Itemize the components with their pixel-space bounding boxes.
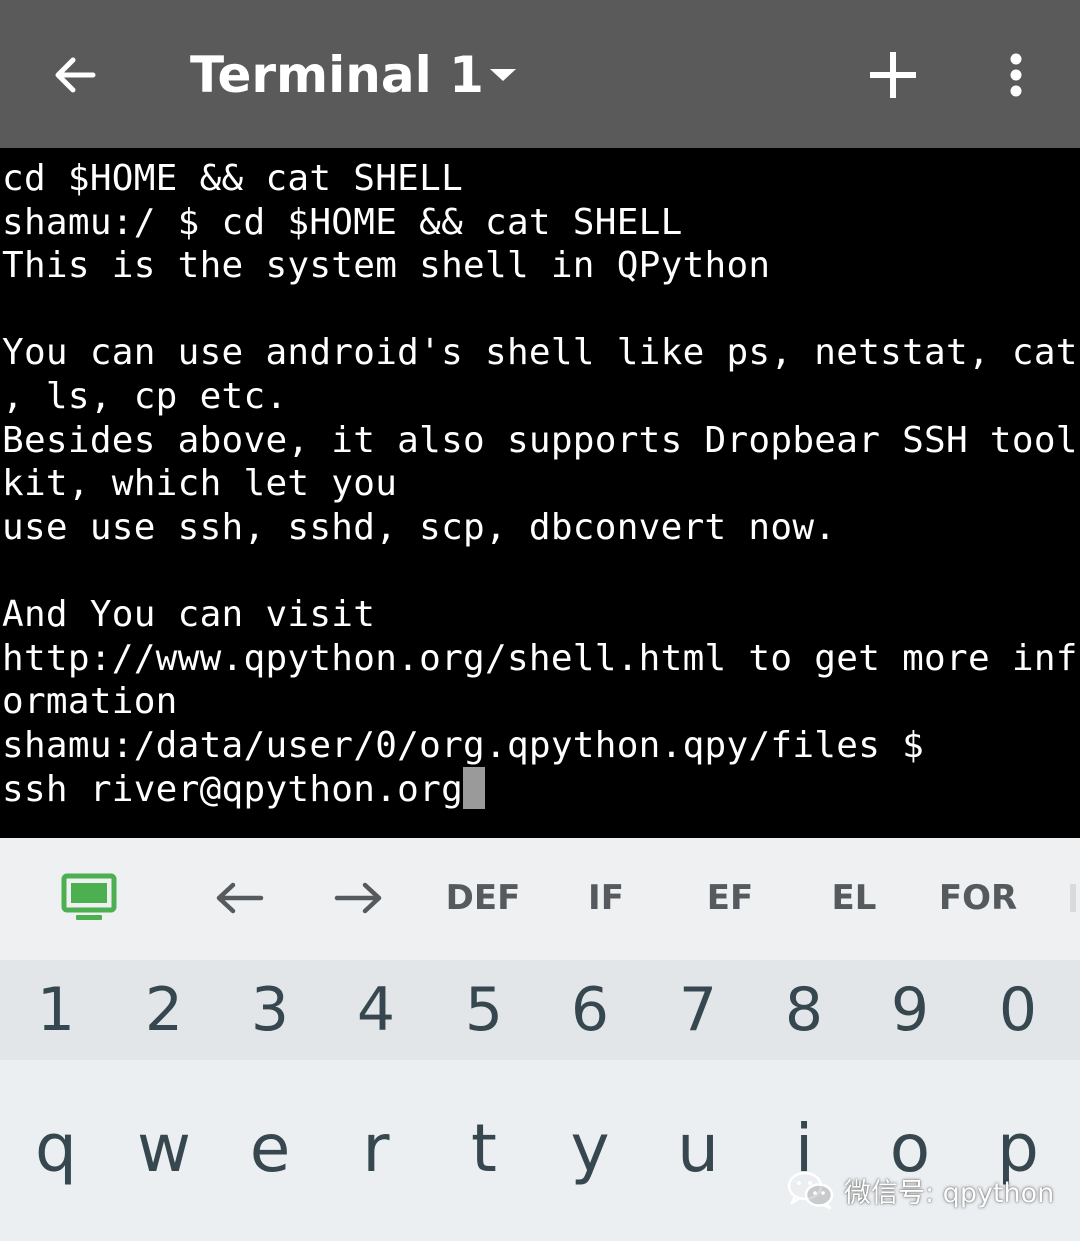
key-e[interactable]: e xyxy=(220,1098,320,1198)
terminal-input-line[interactable]: ssh river@qpython.org xyxy=(0,767,1080,811)
back-button[interactable] xyxy=(40,40,110,110)
terminal-line: shamu:/ $ cd $HOME && cat SHELL xyxy=(2,201,683,243)
keyword-key-ef[interactable]: EF xyxy=(700,868,760,928)
key-5[interactable]: 5 xyxy=(434,970,534,1050)
terminal-input-text: ssh river@qpython.org xyxy=(2,769,464,811)
key-w[interactable]: w xyxy=(114,1098,214,1198)
app-toolbar: Terminal 1 xyxy=(0,0,1080,148)
terminal-line: shamu:/data/user/0/org.qpython.qpy/files… xyxy=(2,724,925,766)
key-9[interactable]: 9 xyxy=(860,970,960,1050)
terminal-line: cd $HOME && cat SHELL xyxy=(2,158,464,199)
keyword-key-for[interactable]: FOR xyxy=(930,868,1026,928)
key-y[interactable]: y xyxy=(540,1098,640,1198)
key-1[interactable]: 1 xyxy=(6,970,106,1050)
terminal-line: You can use android's shell like ps, net… xyxy=(2,332,1078,374)
key-0[interactable]: 0 xyxy=(968,970,1068,1050)
terminal-line: Besides above, it also supports Dropbear… xyxy=(2,419,1078,461)
wechat-logo-icon xyxy=(786,1170,836,1210)
arrow-back-icon xyxy=(55,57,96,93)
arrow-left-icon xyxy=(216,882,264,914)
key-t[interactable]: t xyxy=(434,1098,534,1198)
watermark-text: 微信号: qpython xyxy=(844,1177,1055,1209)
more-vert-icon xyxy=(1010,53,1022,97)
monitor-icon xyxy=(61,873,117,920)
terminal-line: This is the system shell in QPython xyxy=(2,245,771,287)
terminal-title[interactable]: Terminal 1 xyxy=(190,40,484,110)
more-options-button[interactable] xyxy=(990,40,1042,110)
terminal-line: ormation xyxy=(2,681,178,723)
key-3[interactable]: 3 xyxy=(220,970,320,1050)
key-2[interactable]: 2 xyxy=(114,970,214,1050)
terminal-line: http://www.qpython.org/shell.html to get… xyxy=(2,637,1078,679)
extra-keys-divider xyxy=(1070,884,1076,912)
key-6[interactable]: 6 xyxy=(540,970,640,1050)
plus-icon xyxy=(870,52,916,98)
extra-keys-bar: DEF IF EF EL FOR xyxy=(0,838,1080,960)
key-7[interactable]: 7 xyxy=(648,970,748,1050)
key-u[interactable]: u xyxy=(648,1098,748,1198)
cursor-left-key[interactable] xyxy=(208,868,270,928)
terminal-line: , ls, cp etc. xyxy=(2,375,288,417)
key-4[interactable]: 4 xyxy=(326,970,426,1050)
key-q[interactable]: q xyxy=(6,1098,106,1198)
add-terminal-button[interactable] xyxy=(860,40,926,110)
key-8[interactable]: 8 xyxy=(754,970,854,1050)
arrow-right-icon xyxy=(334,882,382,914)
terminal-line: And You can visit xyxy=(2,593,376,635)
key-r[interactable]: r xyxy=(326,1098,426,1198)
keyword-key-if[interactable]: IF xyxy=(576,868,636,928)
terminal-dropdown-button[interactable] xyxy=(478,52,528,98)
keyboard-toggle-button[interactable] xyxy=(58,868,120,928)
cursor-right-key[interactable] xyxy=(328,868,390,928)
wechat-watermark: 微信号: qpython xyxy=(786,1166,1054,1214)
terminal-line: use use ssh, sshd, scp, dbconvert now. xyxy=(2,506,837,548)
caret-down-icon xyxy=(490,69,516,81)
keyword-key-def[interactable]: DEF xyxy=(436,868,530,928)
keyboard-number-row: 1 2 3 4 5 6 7 8 9 0 xyxy=(0,960,1080,1060)
terminal-line: kit, which let you xyxy=(2,463,398,505)
text-cursor xyxy=(463,767,486,810)
terminal-output[interactable]: cd $HOME && cat SHELL shamu:/ $ cd $HOME… xyxy=(0,148,1080,838)
keyword-key-el[interactable]: EL xyxy=(824,868,884,928)
